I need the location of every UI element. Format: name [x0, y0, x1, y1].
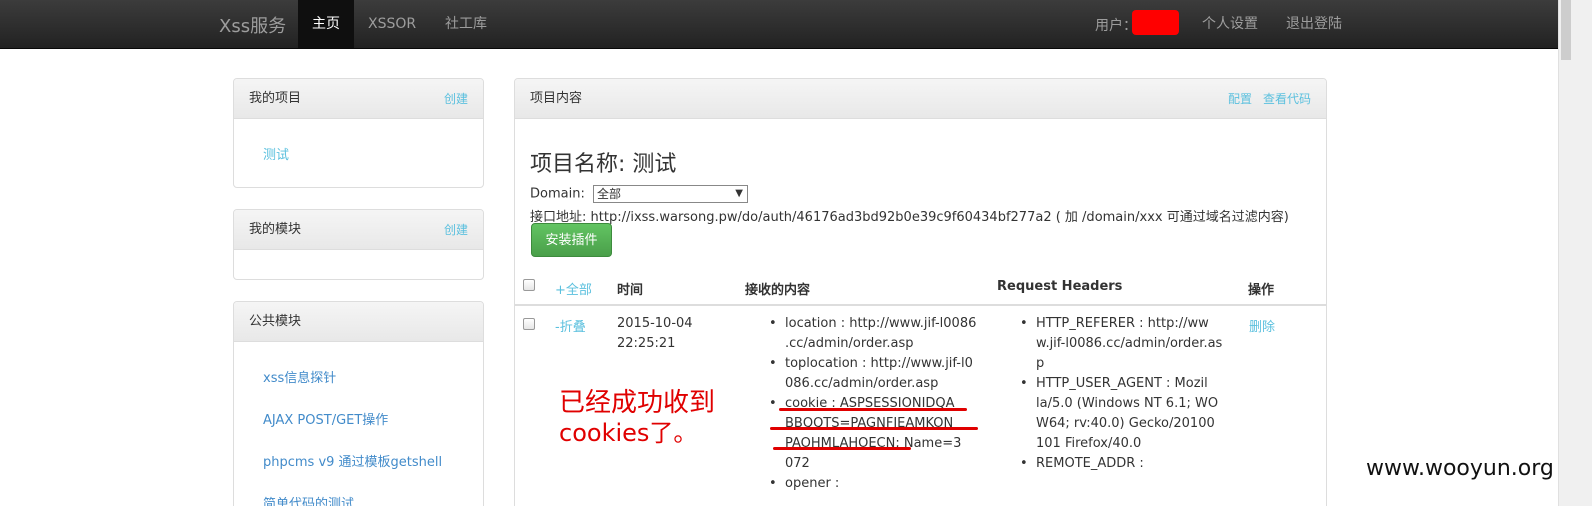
- domain-filter-row: Domain: 全部 ▼: [530, 185, 748, 203]
- annotation-underline: [770, 427, 978, 430]
- header-line: W64; rv:40.0) Gecko/20100: [1036, 416, 1215, 431]
- project-title: 项目名称: 测试: [530, 152, 677, 177]
- content-line: .cc/admin/order.asp: [785, 336, 914, 351]
- my-modules-heading: 我的模块 创建: [234, 210, 483, 250]
- header-line: la/5.0 (Windows NT 6.1; WO: [1036, 396, 1219, 411]
- content-line: opener :: [785, 476, 840, 491]
- nav-settings[interactable]: 个人设置: [1188, 0, 1272, 48]
- content-line: toplocation : http://www.jif-l0: [785, 356, 973, 371]
- received-content-cell: location : http://www.jif-l0086 .cc/admi…: [769, 314, 985, 494]
- table-header-divider: [515, 304, 1326, 306]
- project-link-test[interactable]: 测试: [234, 144, 483, 163]
- header-item-user-agent: HTTP_USER_AGENT : Mozil la/5.0 (Windows …: [1020, 374, 1236, 454]
- row-datetime: 2015-10-04 22:25:21: [617, 314, 693, 354]
- module-link[interactable]: phpcms v9 通过模板getshell: [234, 451, 483, 470]
- annotation-underline: [779, 408, 967, 411]
- nav-xssor[interactable]: XSSOR: [354, 0, 430, 48]
- domain-select[interactable]: 全部 ▼: [592, 185, 748, 203]
- install-plugin-button[interactable]: 安装插件: [531, 223, 612, 257]
- content-line: BBQQTS=PAGNFIEAMKON: [785, 416, 954, 431]
- annotation-underline: [773, 447, 911, 450]
- username-redacted: [1132, 10, 1179, 35]
- create-module-link[interactable]: 创建: [444, 210, 468, 250]
- row-checkbox[interactable]: [523, 318, 535, 330]
- my-projects-title: 我的项目: [249, 91, 302, 106]
- header-line: p: [1036, 356, 1045, 371]
- project-content-heading: 项目内容 配置 查看代码: [515, 79, 1326, 119]
- page-scrollbar[interactable]: [1558, 0, 1592, 506]
- content-item-toplocation: toplocation : http://www.jif-l0 086.cc/a…: [769, 354, 985, 394]
- user-label: 用户：: [1095, 18, 1137, 34]
- view-code-link[interactable]: 查看代码: [1263, 79, 1311, 119]
- header-line: HTTP_REFERER : http://ww: [1036, 316, 1209, 331]
- header-item-referer: HTTP_REFERER : http://ww w.jif-l0086.cc/…: [1020, 314, 1236, 374]
- module-link[interactable]: 简单代码的测试: [234, 493, 483, 506]
- scrollbar-thumb[interactable]: [1561, 0, 1571, 60]
- content-line: cookie : ASPSESSIONIDQA: [785, 396, 955, 411]
- content-line: 086.cc/admin/order.asp: [785, 376, 939, 391]
- module-link[interactable]: AJAX POST/GET操作: [234, 409, 483, 428]
- header-line: REMOTE_ADDR :: [1036, 456, 1144, 471]
- watermark: www.wooyun.org: [1366, 456, 1554, 481]
- create-project-link[interactable]: 创建: [444, 79, 468, 119]
- content-line: PAOHMLAHOECN; Name=3: [785, 436, 962, 451]
- top-navbar: Xss服务 主页 XSSOR 社工库 用户： 个人设置 退出登陆: [0, 0, 1558, 49]
- nav-social-db[interactable]: 社工库: [431, 0, 501, 48]
- select-all-checkbox[interactable]: [523, 279, 535, 291]
- my-modules-panel: 我的模块 创建: [233, 209, 484, 280]
- delete-row-link[interactable]: 删除: [1249, 316, 1275, 335]
- column-header-request-headers: Request Headers: [997, 279, 1123, 294]
- column-header-content: 接收的内容: [745, 283, 811, 298]
- header-line: HTTP_USER_AGENT : Mozil: [1036, 376, 1208, 391]
- collapse-row-link[interactable]: -折叠: [555, 316, 586, 335]
- api-url: http://ixss.warsong.pw/do/auth/46176ad3b…: [590, 210, 1289, 225]
- domain-select-value: 全部: [596, 187, 621, 201]
- domain-label: Domain:: [530, 186, 585, 202]
- row-time: 22:25:21: [617, 336, 676, 351]
- row-date: 2015-10-04: [617, 316, 693, 331]
- expand-all-link[interactable]: +全部: [555, 279, 592, 298]
- nav-home[interactable]: 主页: [298, 0, 354, 48]
- header-item-remote-addr: REMOTE_ADDR :: [1020, 454, 1236, 474]
- my-projects-heading: 我的项目 创建: [234, 79, 483, 119]
- public-modules-panel: 公共模块 xss信息探针 AJAX POST/GET操作 phpcms v9 通…: [233, 301, 484, 506]
- brand-logo[interactable]: Xss服务: [219, 12, 286, 38]
- public-modules-heading: 公共模块: [234, 302, 483, 342]
- content-line: location : http://www.jif-l0086: [785, 316, 977, 331]
- module-link[interactable]: xss信息探针: [234, 367, 483, 386]
- content-item-location: location : http://www.jif-l0086 .cc/admi…: [769, 314, 985, 354]
- content-item-cookie: cookie : ASPSESSIONIDQA BBQQTS=PAGNFIEAM…: [769, 394, 985, 474]
- annotation-line-1: 已经成功收到: [559, 388, 716, 418]
- config-link[interactable]: 配置: [1228, 79, 1252, 119]
- nav-logout[interactable]: 退出登陆: [1272, 0, 1356, 48]
- dropdown-arrow-icon: ▼: [735, 188, 743, 199]
- column-header-time: 时间: [617, 283, 644, 298]
- api-address-row: 接口地址: http://ixss.warsong.pw/do/auth/461…: [530, 206, 1289, 225]
- my-modules-title: 我的模块: [249, 222, 302, 237]
- my-projects-panel: 我的项目 创建 测试: [233, 78, 484, 188]
- annotation-line-2: cookies了。: [559, 419, 698, 447]
- request-headers-cell: HTTP_REFERER : http://ww w.jif-l0086.cc/…: [1020, 314, 1236, 474]
- header-line: 101 Firefox/40.0: [1036, 436, 1142, 451]
- column-header-actions: 操作: [1248, 283, 1275, 298]
- public-modules-title: 公共模块: [249, 314, 302, 329]
- content-line: 072: [785, 456, 810, 471]
- header-line: w.jif-l0086.cc/admin/order.as: [1036, 336, 1223, 351]
- project-content-title: 项目内容: [530, 91, 583, 106]
- content-item-opener: opener :: [769, 474, 985, 494]
